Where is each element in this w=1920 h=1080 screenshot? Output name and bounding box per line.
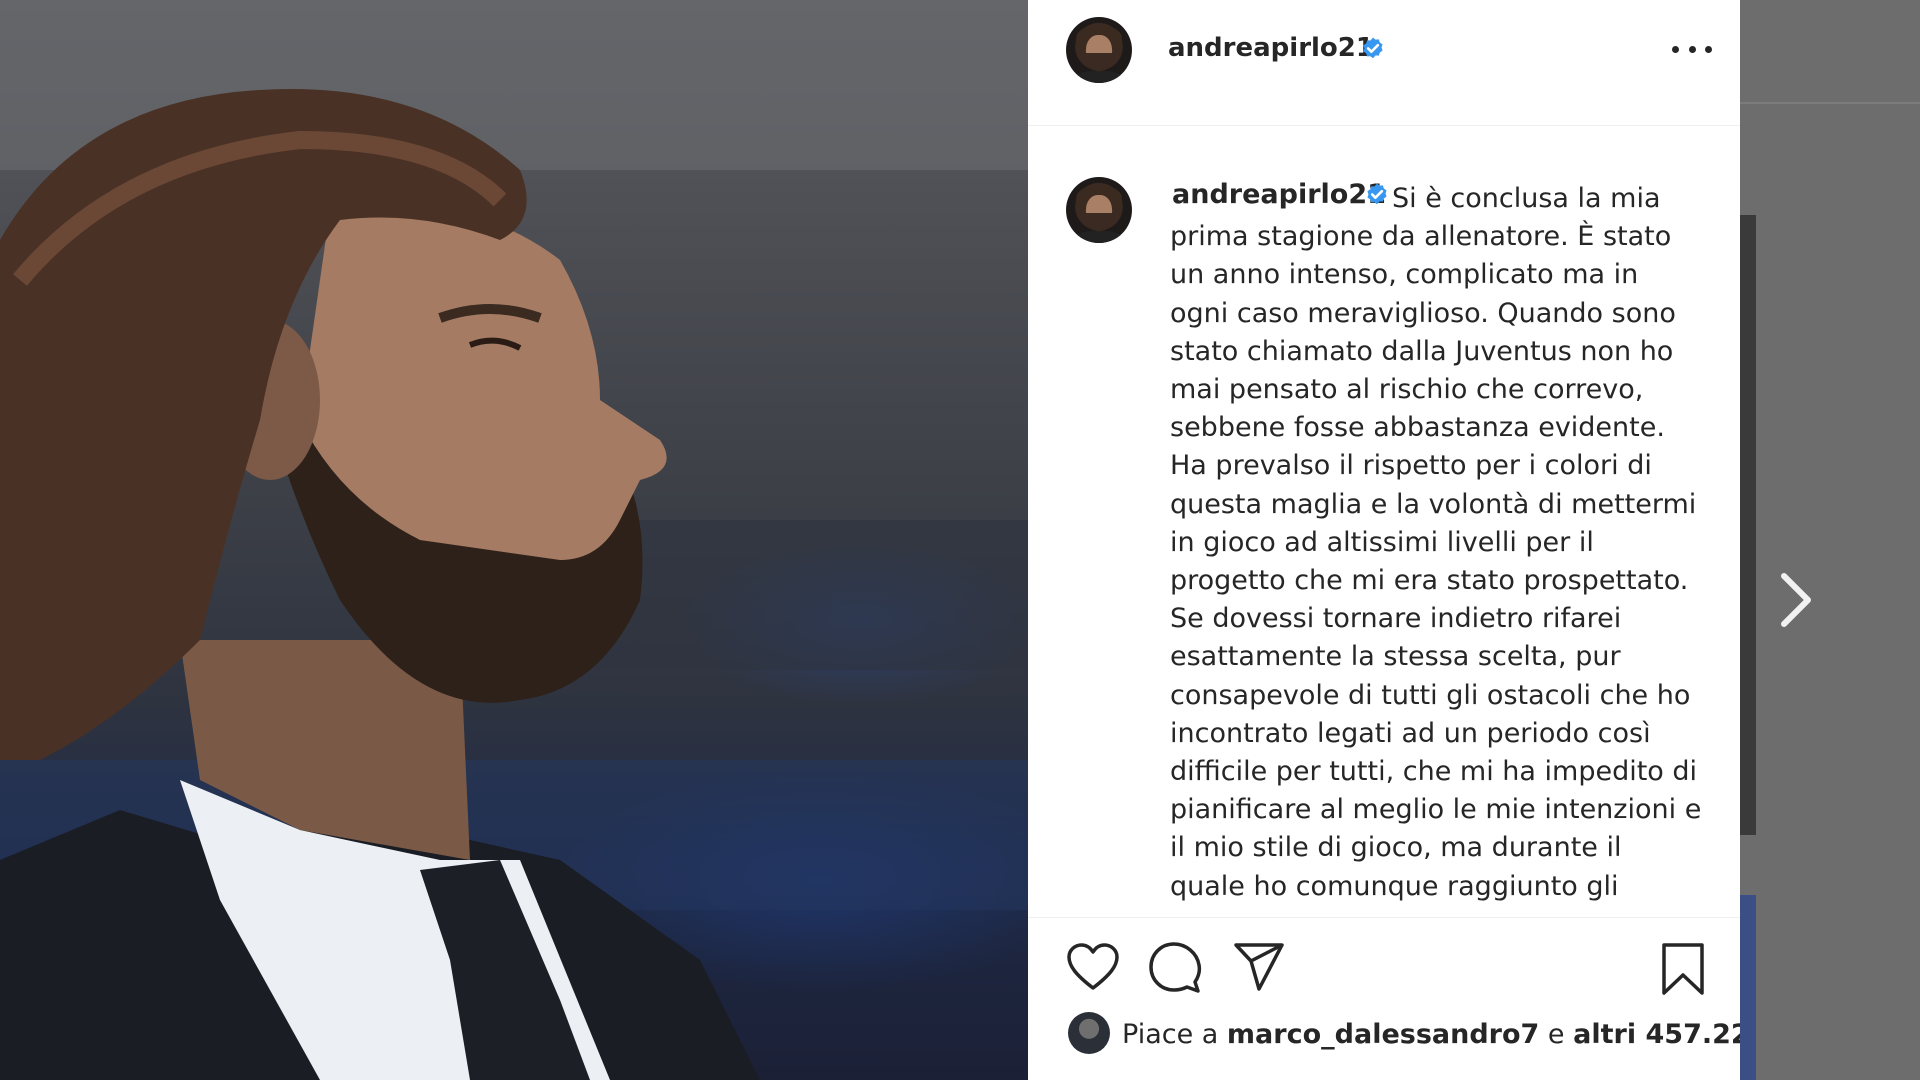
more-options-icon[interactable] — [1672, 36, 1712, 62]
next-post-peek — [1740, 0, 1920, 1080]
portrait-image — [0, 0, 1028, 1080]
caption-author-avatar[interactable] — [1066, 177, 1132, 243]
bookmark-icon[interactable] — [1660, 941, 1706, 997]
verified-badge-icon — [1363, 37, 1383, 59]
heart-icon[interactable] — [1066, 942, 1120, 992]
likes-prefix: Piace a — [1122, 1019, 1219, 1050]
post-photo[interactable] — [0, 0, 1028, 1080]
author-username[interactable]: andreapirlo21 — [1168, 33, 1374, 63]
likes-summary: Piace a marco_dalessandro7 e altri 457.2… — [1122, 1019, 1768, 1050]
liker-avatar[interactable] — [1068, 1012, 1110, 1054]
post-actions: Piace a marco_dalessandro7 e altri 457.2… — [1028, 917, 1768, 1080]
chevron-right-icon[interactable] — [1776, 570, 1816, 630]
comment-icon[interactable] — [1148, 941, 1202, 995]
post-header: andreapirlo21 — [1028, 0, 1740, 126]
share-icon[interactable] — [1233, 942, 1285, 992]
liker-username[interactable]: marco_dalessandro7 — [1227, 1019, 1539, 1050]
caption-text: Si è conclusa la mia prima stagione da a… — [1170, 183, 1702, 902]
author-avatar[interactable] — [1066, 17, 1132, 83]
post-card: andreapirlo21 andreapirlo21 Si è conclus… — [1028, 0, 1768, 1080]
caption-area: andreapirlo21 Si è conclusa la mia prima… — [1028, 127, 1740, 917]
likes-conjunction: e — [1547, 1019, 1565, 1050]
